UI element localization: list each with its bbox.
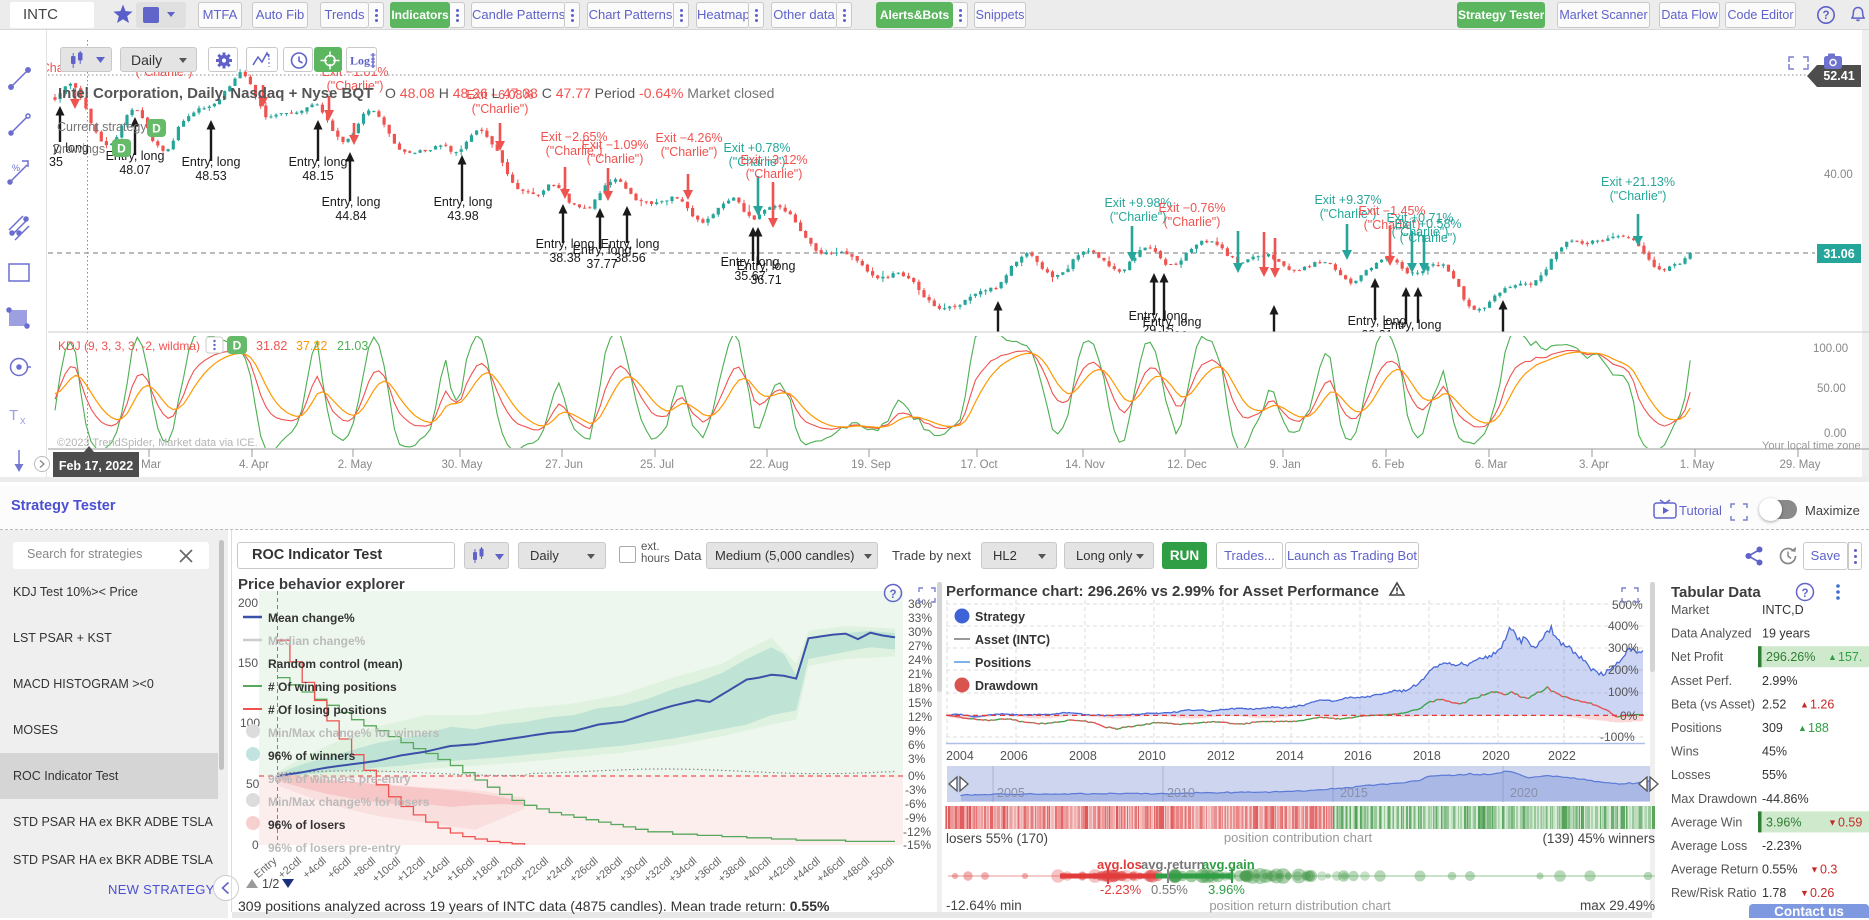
svg-text:©2023 TrendSpider, Market data: ©2023 TrendSpider, Market data via ICE. (57, 437, 258, 449)
svg-text:("Charlie"): ("Charlie") (587, 152, 644, 166)
svg-text:("Charlie"): ("Charlie") (472, 102, 529, 116)
svg-text:48.07: 48.07 (119, 163, 150, 177)
svg-text:Intel Corporation, Daily, Nasd: Intel Corporation, Daily, Nasdaq + Nyse … (58, 85, 373, 102)
svg-text:40.00: 40.00 (1824, 169, 1853, 181)
svg-text:("Charlie"): ("Charlie") (746, 167, 803, 181)
svg-text:Entry, long: Entry, long (601, 237, 660, 251)
svg-text:50.00: 50.00 (1817, 383, 1846, 395)
svg-text:Log: Log (350, 54, 370, 68)
svg-text:?: ? (1822, 10, 1829, 22)
svg-text:6. Mar: 6. Mar (1475, 459, 1508, 471)
svg-text:Drawings: Drawings (53, 142, 105, 156)
svg-text:36.71: 36.71 (750, 273, 781, 287)
svg-text:%: % (12, 163, 20, 173)
svg-text:31.06: 31.06 (1823, 247, 1854, 261)
svg-text:D: D (117, 142, 126, 156)
svg-text:Entry, long: Entry, long (289, 155, 348, 169)
svg-text:1. May: 1. May (1680, 459, 1715, 471)
svg-text:17. Oct: 17. Oct (960, 459, 998, 471)
svg-text:T: T (9, 407, 18, 424)
svg-text:37.22: 37.22 (296, 339, 327, 353)
svg-text:19. Sep: 19. Sep (851, 459, 891, 471)
svg-text:0.00: 0.00 (1824, 428, 1846, 440)
svg-text:48.53: 48.53 (195, 169, 226, 183)
svg-text:31.82: 31.82 (256, 339, 287, 353)
svg-text:25. Jul: 25. Jul (640, 459, 674, 471)
svg-text:D: D (152, 122, 161, 136)
svg-text:4. Apr: 4. Apr (239, 459, 269, 471)
svg-text:48.15: 48.15 (302, 169, 333, 183)
svg-text:x: x (20, 415, 26, 427)
svg-text:44.84: 44.84 (335, 209, 366, 223)
svg-text:3. Apr: 3. Apr (1579, 459, 1609, 471)
svg-text:Feb 17, 2022: Feb 17, 2022 (59, 459, 133, 473)
svg-text:Exit +21.13%: Exit +21.13% (1601, 175, 1675, 189)
svg-text:30. May: 30. May (442, 459, 483, 471)
svg-text:Entry, long: Entry, long (737, 259, 796, 273)
svg-text:52.41: 52.41 (1823, 69, 1854, 83)
svg-text:Exit −0.76%: Exit −0.76% (1158, 201, 1225, 215)
svg-text:12. Dec: 12. Dec (1167, 459, 1207, 471)
svg-text:D: D (233, 339, 242, 353)
svg-text:Your local time zone: Your local time zone (1762, 440, 1861, 452)
svg-text:35: 35 (49, 155, 63, 169)
svg-text:KDJ (9, 3, 3, 3, -2, wildma): KDJ (9, 3, 3, 3, -2, wildma) (58, 339, 200, 353)
svg-text:("Charlie"): ("Charlie") (1164, 215, 1221, 229)
svg-text:2. May: 2. May (338, 459, 373, 471)
svg-text:Current strategy: Current strategy (57, 120, 147, 134)
svg-text:9. Jan: 9. Jan (1269, 459, 1300, 471)
svg-text:22. Aug: 22. Aug (749, 459, 788, 471)
svg-text:Entry, long: Entry, long (1143, 315, 1202, 329)
svg-text:29. May: 29. May (1780, 459, 1821, 471)
svg-text:6. Feb: 6. Feb (1372, 459, 1405, 471)
svg-text:Entry, long: Entry, long (434, 195, 493, 209)
svg-text:38.56: 38.56 (614, 251, 645, 265)
svg-text:("Charlie"): ("Charlie") (1400, 231, 1457, 245)
svg-text:37.77: 37.77 (586, 257, 617, 271)
svg-text:27. Jun: 27. Jun (545, 459, 583, 471)
svg-text:Exit −1.09%: Exit −1.09% (581, 138, 648, 152)
svg-text:O 48.08 H 48.26 L 47.38 C 4: O 48.08 H 48.26 L 47.38 C 47.77 Period -… (385, 85, 774, 101)
svg-text:100.00: 100.00 (1813, 343, 1848, 355)
svg-text:14. Nov: 14. Nov (1065, 459, 1105, 471)
svg-text:Exit −4.26%: Exit −4.26% (655, 131, 722, 145)
svg-text:Mar: Mar (141, 459, 161, 471)
svg-text:Exit −3.12%: Exit −3.12% (740, 153, 807, 167)
svg-text:Entry, long: Entry, long (182, 155, 241, 169)
svg-text:Entry, long: Entry, long (322, 195, 381, 209)
svg-text:("Charlie"): ("Charlie") (661, 145, 718, 159)
svg-text:("Charlie"): ("Charlie") (1610, 189, 1667, 203)
svg-text:21.03: 21.03 (337, 339, 368, 353)
svg-text:43.98: 43.98 (447, 209, 478, 223)
svg-text:Entry, long: Entry, long (1383, 318, 1442, 332)
svg-text:Exit +0.58%: Exit +0.58% (1394, 217, 1461, 231)
